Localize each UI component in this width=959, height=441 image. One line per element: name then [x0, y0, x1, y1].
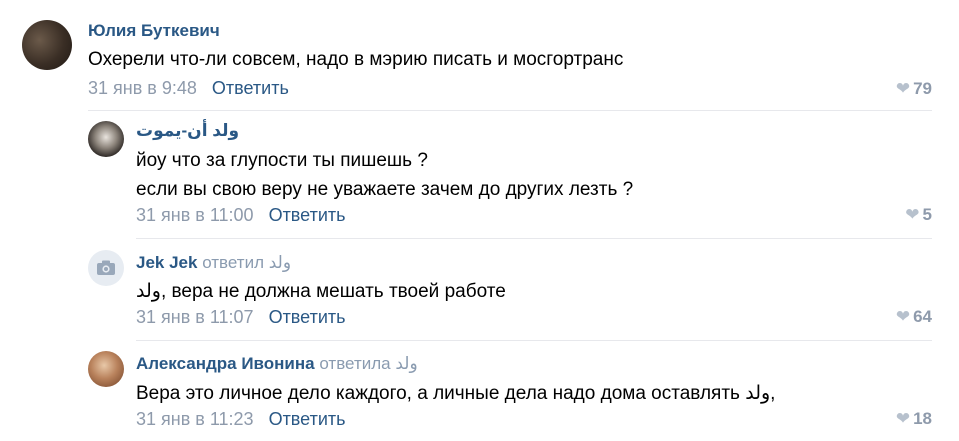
author-name[interactable]: Jek Jek ответил ولد [136, 253, 291, 273]
comment-meta: 31 янв в 11:00 Ответить [136, 205, 346, 226]
comment-meta: 31 янв в 9:48 Ответить [88, 78, 289, 99]
comment-date[interactable]: 31 янв в 11:00 [136, 205, 254, 225]
comment-text: йоу что за глупости ты пишешь ? если вы … [136, 146, 633, 204]
avatar[interactable] [88, 351, 124, 387]
avatar[interactable] [22, 20, 72, 70]
like-count: 79 [913, 79, 932, 98]
comment-line: йоу что за глупости ты пишешь ? [136, 150, 428, 171]
reply-link[interactable]: Ответить [212, 78, 289, 98]
comment-line: Вера это личное дело каждого, а личные д… [136, 383, 776, 404]
heart-icon: ❤ [895, 79, 911, 98]
divider [88, 110, 932, 111]
author-name[interactable]: Юлия Буткевич [88, 21, 220, 41]
author-name[interactable]: Александра Ивонина ответила ولد [136, 354, 418, 374]
heart-icon: ❤ [895, 409, 911, 428]
heart-icon: ❤ [905, 205, 920, 224]
comment-text: Вера это личное дело каждого, а личные д… [136, 379, 775, 408]
reply-link[interactable]: Ответить [269, 205, 346, 225]
like-button[interactable]: ❤ 64 [896, 307, 932, 327]
comment-meta: 31 янв в 11:23 Ответить [136, 409, 346, 430]
comment-line: Охерели что-ли совсем, надо в мэрию писа… [88, 49, 624, 70]
author-name-text[interactable]: Юлия Буткевич [88, 21, 220, 40]
like-button[interactable]: ❤ 79 [896, 79, 932, 99]
comment-date[interactable]: 31 янв в 9:48 [88, 78, 197, 98]
comment-line: ولد, вера не должна мешать твоей работе [136, 281, 506, 302]
comment-text: Охерели что-ли совсем, надо в мэрию писа… [88, 45, 623, 74]
avatar[interactable] [88, 121, 124, 157]
author-name-text[interactable]: Jek Jek [136, 253, 197, 272]
author-name[interactable]: ولد أن-يموت [136, 121, 239, 141]
heart-icon: ❤ [895, 307, 911, 326]
comment-text: ولد, вера не должна мешать твоей работе [136, 277, 506, 306]
like-count: 18 [913, 409, 932, 428]
author-name-text[interactable]: ولد أن-يموت [136, 121, 239, 140]
like-count: 5 [922, 205, 932, 224]
divider [136, 238, 932, 239]
like-count: 64 [913, 307, 932, 326]
comment-date[interactable]: 31 янв в 11:23 [136, 409, 254, 429]
like-button[interactable]: ❤ 18 [896, 409, 932, 429]
divider [136, 340, 932, 341]
avatar[interactable] [88, 250, 124, 286]
comment-meta: 31 янв в 11:07 Ответить [136, 307, 346, 328]
reply-link[interactable]: Ответить [269, 307, 346, 327]
replied-label: ответил [202, 253, 264, 272]
like-button[interactable]: ❤ 5 [905, 205, 932, 225]
replied-to-link[interactable]: ولد [395, 354, 417, 373]
camera-icon [97, 260, 115, 275]
comment-line: если вы свою веру не уважаете зачем до д… [136, 179, 634, 200]
comment-date[interactable]: 31 янв в 11:07 [136, 307, 254, 327]
reply-link[interactable]: Ответить [269, 409, 346, 429]
replied-to-link[interactable]: ولد [269, 253, 291, 272]
replied-label: ответила [319, 354, 391, 373]
author-name-text[interactable]: Александра Ивонина [136, 354, 315, 373]
